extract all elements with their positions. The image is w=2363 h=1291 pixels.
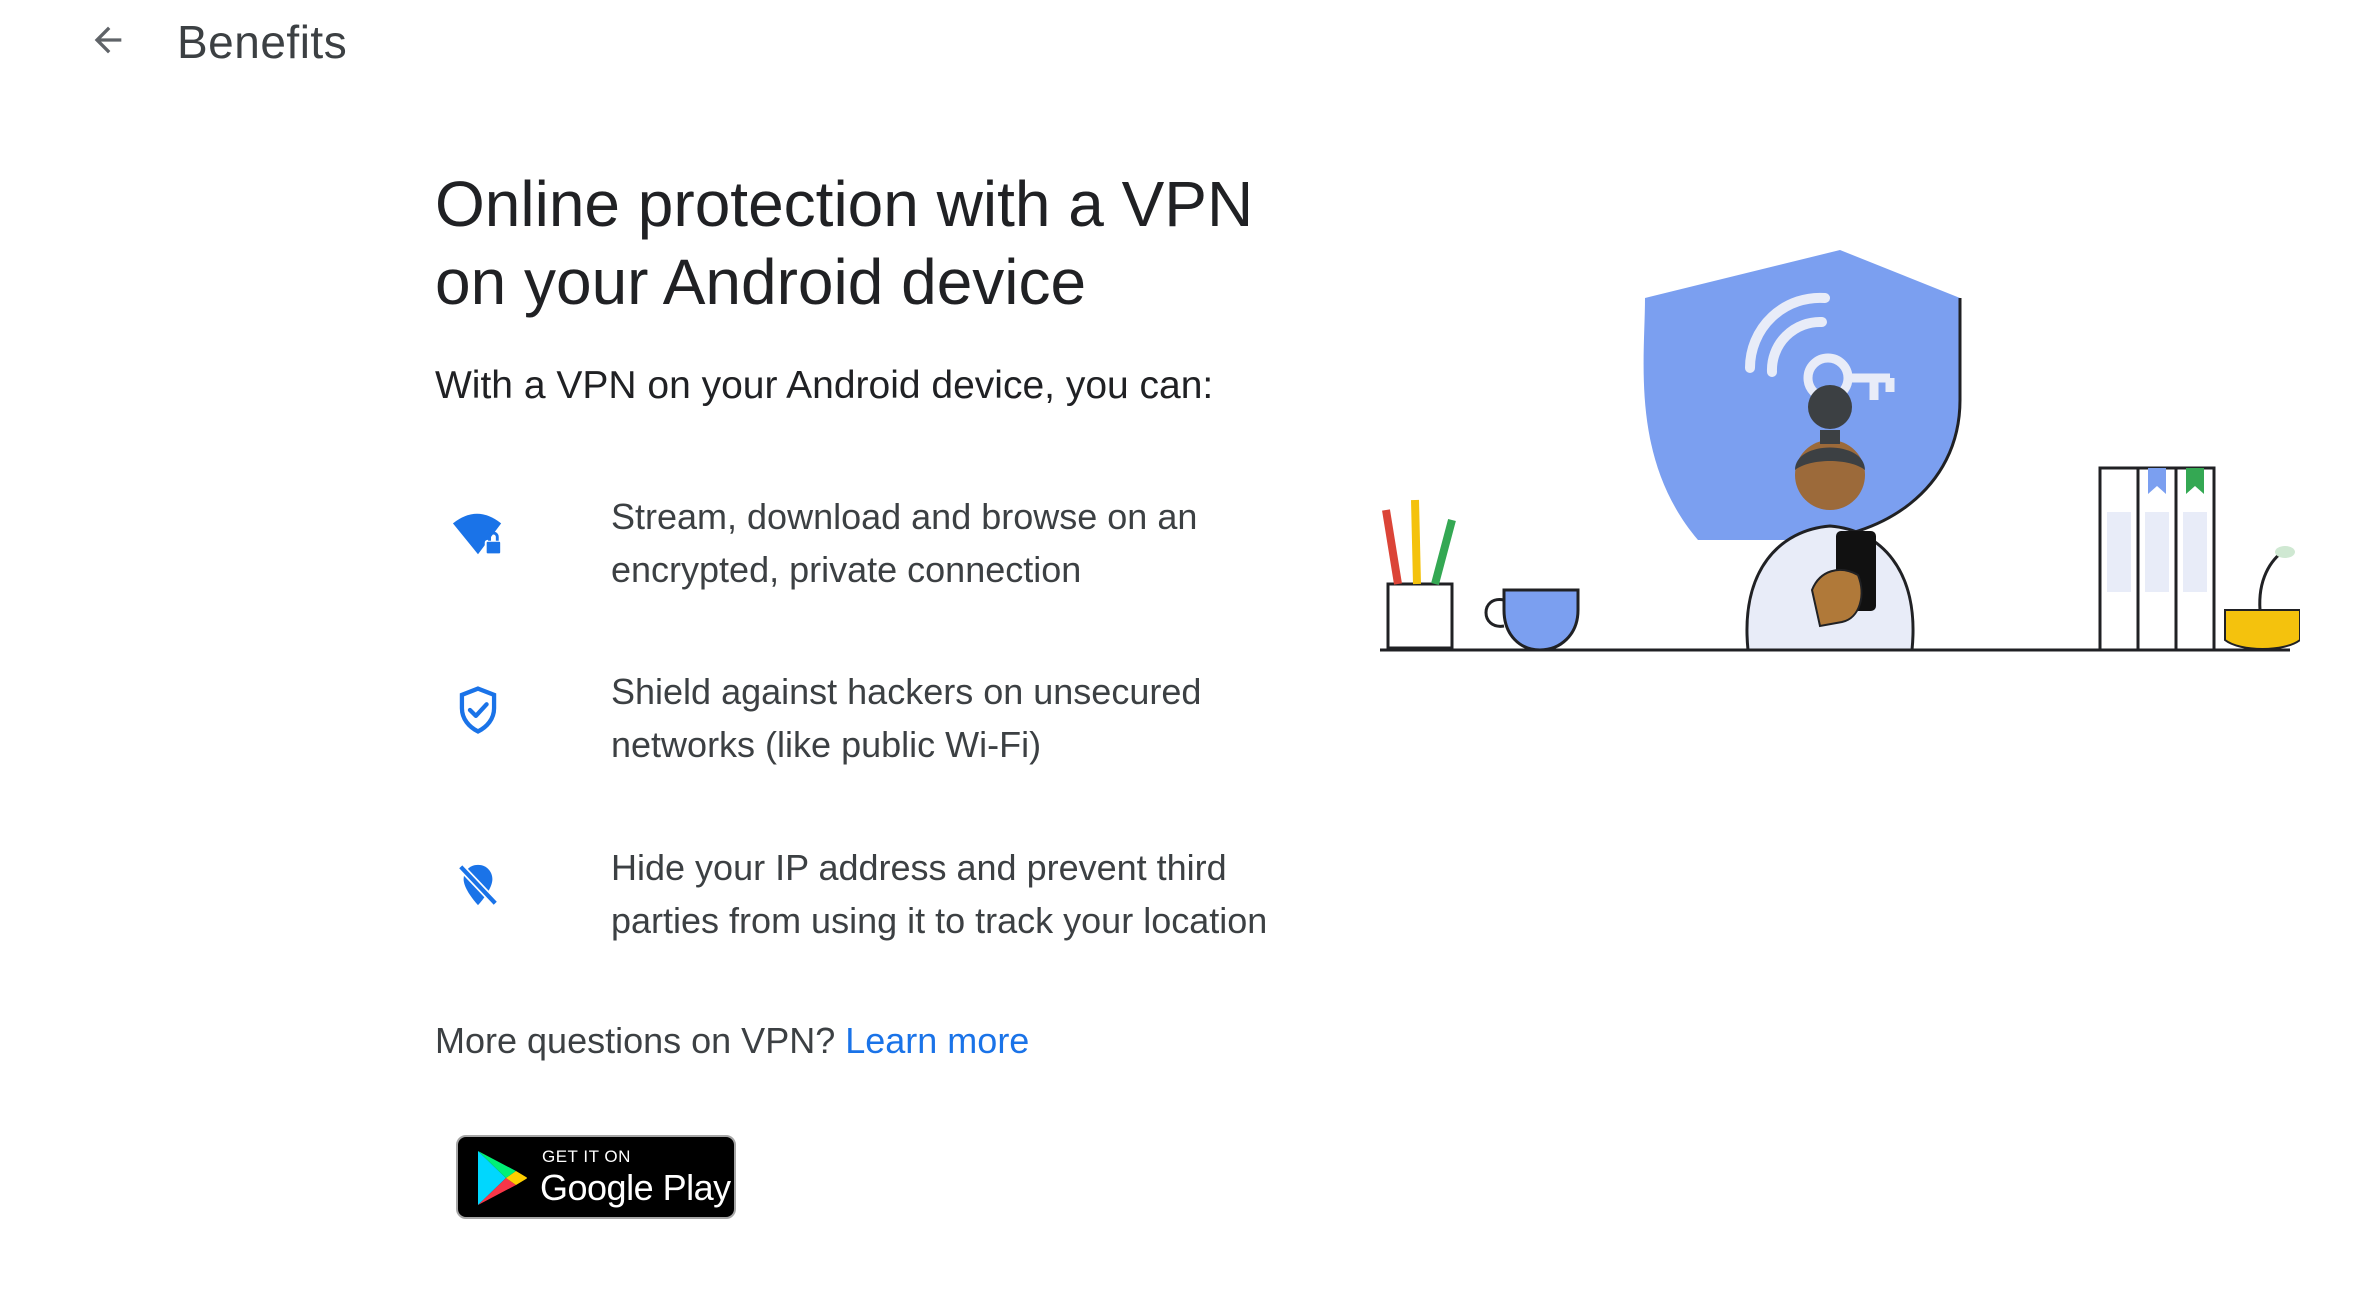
benefit-item-location: Hide your IP address and prevent third p… xyxy=(435,841,1335,951)
top-app-bar: Benefits xyxy=(0,0,2363,84)
google-play-badge[interactable]: GET IT ON Google Play xyxy=(456,1135,736,1219)
intro-text: With a VPN on your Android device, you c… xyxy=(435,364,1214,407)
back-button[interactable] xyxy=(80,12,136,68)
badge-big-text: Google Play xyxy=(540,1167,731,1208)
more-questions-label: More questions on VPN? xyxy=(435,1020,836,1061)
wifi-lock-icon xyxy=(451,508,505,562)
arrow-back-icon xyxy=(94,26,122,54)
benefit-text: Hide your IP address and prevent third p… xyxy=(611,847,1268,941)
benefits-page: Benefits Online protection with a VPN on… xyxy=(0,0,2363,1291)
page-title: Benefits xyxy=(177,16,348,68)
benefit-item-shield: Shield against hackers on unsecured netw… xyxy=(435,665,1335,775)
main-content: Online protection with a VPN on your And… xyxy=(435,165,1335,1219)
benefit-item-encrypted: Stream, download and browse on an encryp… xyxy=(435,490,1335,600)
benefit-text: Shield against hackers on unsecured netw… xyxy=(611,671,1202,765)
more-questions: More questions on VPN? Learn more xyxy=(435,1018,1029,1064)
google-play-logo-icon xyxy=(478,1151,527,1205)
shield-check-icon xyxy=(451,683,505,737)
vpn-illustration xyxy=(1380,250,2300,652)
badge-small-text: GET IT ON xyxy=(542,1147,631,1166)
headline: Online protection with a VPN on your And… xyxy=(435,168,1254,318)
location-off-icon xyxy=(451,859,505,913)
learn-more-link[interactable]: Learn more xyxy=(845,1020,1029,1061)
benefit-text: Stream, download and browse on an encryp… xyxy=(611,496,1198,590)
